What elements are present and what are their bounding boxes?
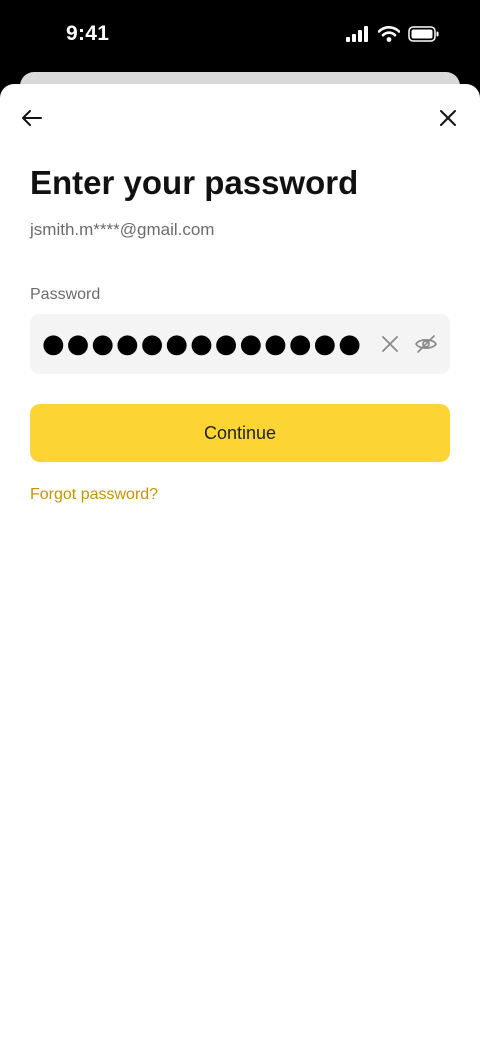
close-icon bbox=[439, 109, 457, 132]
close-button[interactable] bbox=[434, 106, 462, 134]
eye-off-icon[interactable] bbox=[414, 332, 438, 356]
back-button[interactable] bbox=[18, 106, 46, 134]
arrow-left-icon bbox=[21, 109, 43, 132]
page-title: Enter your password bbox=[30, 164, 359, 201]
password-sheet: Enter your password jsmith.m****@gmail.c… bbox=[0, 84, 480, 1040]
continue-button[interactable]: Continue bbox=[30, 404, 450, 462]
signal-icon bbox=[346, 26, 370, 47]
battery-icon bbox=[408, 26, 440, 47]
password-label: Password bbox=[30, 286, 101, 303]
account-email: jsmith.m****@gmail.com bbox=[30, 220, 215, 239]
password-input[interactable] bbox=[42, 314, 362, 374]
password-field bbox=[30, 314, 450, 374]
clear-icon[interactable] bbox=[380, 334, 400, 354]
status-icons bbox=[346, 26, 440, 47]
status-bar: 9:41 bbox=[0, 0, 480, 72]
forgot-password-link[interactable]: Forgot password? bbox=[30, 486, 158, 504]
wifi-icon bbox=[377, 26, 401, 47]
status-time: 9:41 bbox=[66, 22, 110, 45]
